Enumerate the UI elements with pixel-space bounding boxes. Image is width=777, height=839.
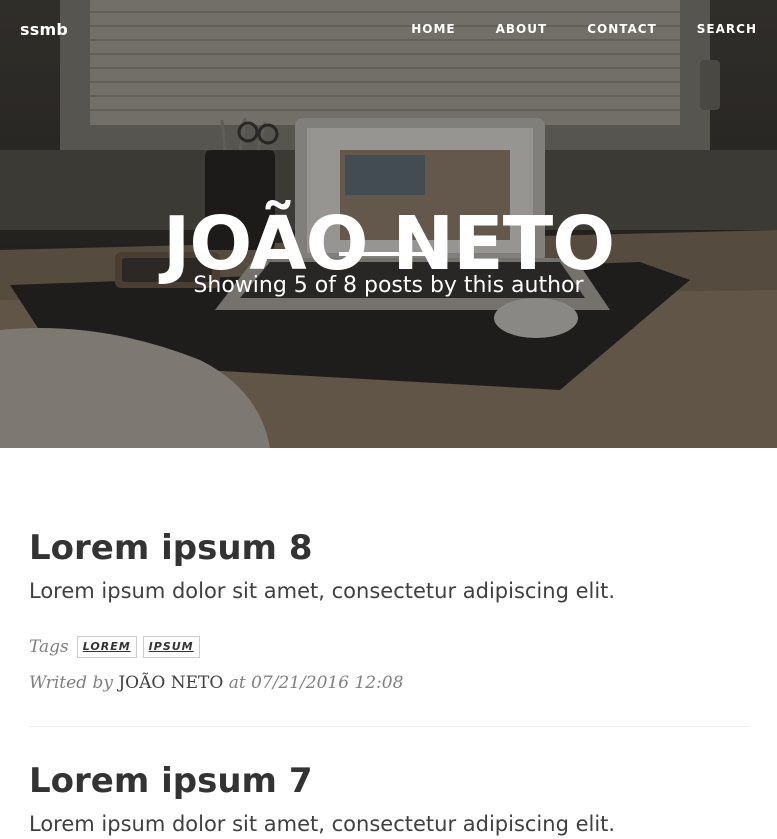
tag-lorem[interactable]: LOREM	[76, 636, 137, 658]
nav-about-link[interactable]: ABOUT	[496, 22, 548, 36]
brand-logo[interactable]: ssmb	[20, 20, 68, 39]
posts-count-subtitle: Showing 5 of 8 posts by this author	[193, 273, 584, 298]
post-preview: Lorem ipsum 7 Lorem ipsum dolor sit amet…	[29, 753, 749, 839]
post-title-link[interactable]: Lorem ipsum 8	[29, 520, 749, 576]
nav-search-link[interactable]: SEARCH	[697, 22, 757, 36]
post-date: 07/21/2016 12:08	[251, 673, 404, 693]
tag-ipsum[interactable]: IPSUM	[142, 636, 200, 658]
posts-list: Lorem ipsum 8 Lorem ipsum dolor sit amet…	[29, 520, 749, 839]
post-excerpt[interactable]: Lorem ipsum dolor sit amet, consectetur …	[29, 576, 749, 606]
post-title-link[interactable]: Lorem ipsum 7	[29, 753, 749, 809]
post-divider	[29, 726, 749, 727]
main-nav: HOME ABOUT CONTACT SEARCH	[371, 22, 757, 36]
written-by-label: Writed by	[29, 673, 113, 693]
nav-home-link[interactable]: HOME	[411, 22, 455, 36]
post-tags: Tags LOREM IPSUM	[29, 634, 749, 660]
nav-contact-link[interactable]: CONTACT	[587, 22, 657, 36]
tags-label: Tags	[29, 637, 69, 657]
hero-header: ssmb HOME ABOUT CONTACT SEARCH JOÃO NETO…	[0, 0, 777, 448]
heading-divider	[339, 252, 439, 256]
post-meta: Writed by JOÃO NETO at 07/21/2016 12:08	[29, 670, 749, 696]
post-preview: Lorem ipsum 8 Lorem ipsum dolor sit amet…	[29, 520, 749, 696]
post-excerpt[interactable]: Lorem ipsum dolor sit amet, consectetur …	[29, 809, 749, 839]
at-label: at	[228, 673, 246, 693]
post-author-link[interactable]: JOÃO NETO	[118, 673, 223, 693]
